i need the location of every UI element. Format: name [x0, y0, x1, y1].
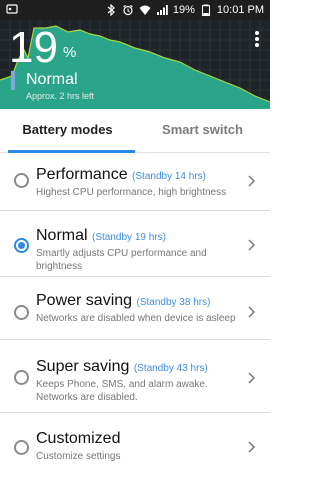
remaining-time-label: Approx. 2 hrs left: [26, 91, 95, 101]
radio-performance[interactable]: [14, 173, 29, 188]
clock-text: 10:01 PM: [216, 4, 264, 16]
signal-icon: [156, 5, 168, 15]
chevron-right-icon: [248, 239, 256, 251]
mode-row-performance[interactable]: Performance (Standby 14 hrs) Highest CPU…: [0, 149, 270, 211]
mode-row-normal[interactable]: Normal (Standby 19 hrs) Smartly adjusts …: [0, 211, 270, 277]
menu-dot-icon: [255, 31, 259, 35]
mode-description: Keeps Phone, SMS, and alarm awake. Netwo…: [36, 379, 208, 403]
mode-row-customized[interactable]: Customized Customize settings: [0, 413, 270, 477]
chevron-right-icon: [248, 372, 256, 384]
radio-power-saving[interactable]: [14, 305, 29, 320]
wifi-icon: [139, 5, 151, 15]
mode-title: Performance: [36, 166, 128, 183]
mode-title: Super saving: [36, 358, 130, 375]
menu-dot-icon: [255, 37, 259, 41]
radio-customized[interactable]: [14, 440, 29, 455]
standby-label: (Standby 14 hrs): [132, 171, 206, 182]
bluetooth-icon: [107, 4, 115, 16]
battery-percent-text: 19%: [172, 4, 195, 16]
mode-description: Customize settings: [36, 451, 121, 462]
standby-label: (Standby 43 hrs): [133, 363, 208, 374]
menu-dot-icon: [255, 43, 259, 47]
radio-super-saving[interactable]: [14, 370, 29, 385]
chevron-right-icon: [248, 306, 256, 318]
chevron-right-icon: [248, 175, 256, 187]
tab-smart-switch[interactable]: Smart switch: [135, 109, 270, 153]
battery-percent-sign: %: [63, 44, 77, 61]
tab-bar: Battery modes Smart switch: [0, 109, 270, 153]
mode-description: Networks are disabled when device is asl…: [36, 313, 236, 324]
mode-row-power-saving[interactable]: Power saving (Standby 38 hrs) Networks a…: [0, 277, 270, 340]
notification-icon: [6, 4, 18, 14]
mode-title: Power saving: [36, 292, 133, 309]
mode-title: Normal: [36, 227, 88, 244]
standby-label: (Standby 19 hrs): [92, 232, 166, 243]
overflow-menu-button[interactable]: [250, 28, 264, 50]
mode-description: Smartly adjusts CPU performance and brig…: [36, 248, 207, 272]
mode-row-super-saving[interactable]: Super saving (Standby 43 hrs) Keeps Phon…: [0, 340, 270, 413]
tab-battery-modes[interactable]: Battery modes: [0, 109, 135, 153]
battery-percent-value: 19: [9, 23, 58, 72]
battery-header: 19 % Normal Approx. 2 hrs left: [0, 20, 270, 109]
radio-normal[interactable]: [14, 238, 29, 253]
current-mode-label: Normal: [26, 71, 78, 88]
mode-title: Customized: [36, 430, 121, 447]
status-bar: 19% 10:01 PM: [0, 0, 270, 20]
alarm-icon: [123, 4, 133, 16]
mode-description: Highest CPU performance, high brightness: [36, 187, 227, 198]
battery-icon: [201, 4, 210, 16]
chevron-right-icon: [248, 441, 256, 453]
standby-label: (Standby 38 hrs): [136, 297, 211, 308]
battery-level-indicator: [11, 71, 15, 90]
